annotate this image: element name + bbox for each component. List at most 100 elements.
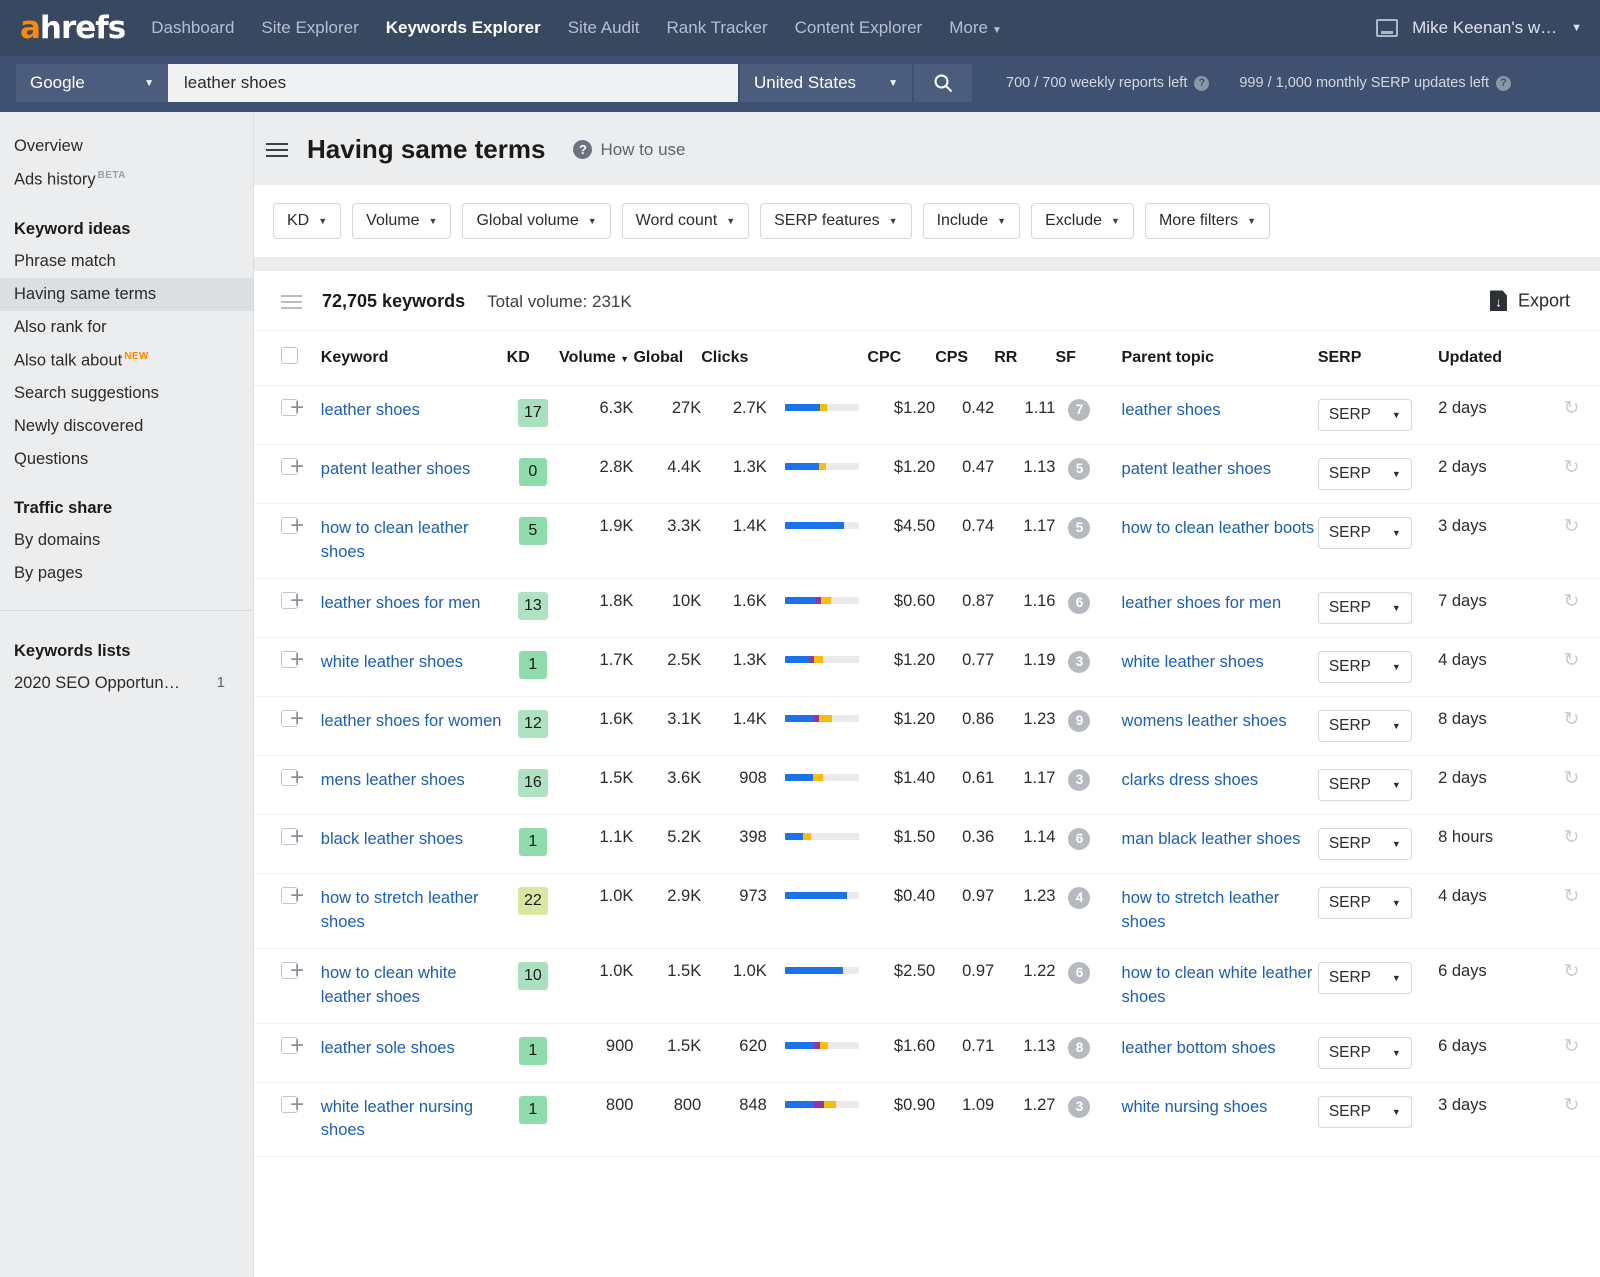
chevron-down-icon[interactable]: ▼ [1571,22,1582,34]
column-rr[interactable]: RR [994,331,1055,386]
sidebar-item-ads-history[interactable]: Ads historyBETA [0,163,253,197]
table-options-icon[interactable] [281,295,302,309]
country-select[interactable]: United States ▼ [740,64,912,102]
filter-more-filters[interactable]: More filters▼ [1145,203,1270,239]
serp-button[interactable]: SERP▼ [1318,1096,1412,1128]
sidebar-item-keyword-list[interactable]: 2020 SEO Opportun…1 [0,667,253,700]
nav-item-keywords-explorer[interactable]: Keywords Explorer [386,18,541,38]
plus-icon[interactable]: + [290,1032,304,1059]
help-icon[interactable]: ? [1194,76,1209,91]
parent-topic-link[interactable]: clarks dress shoes [1122,771,1259,789]
parent-topic-link[interactable]: white nursing shoes [1122,1098,1268,1116]
column-sf[interactable]: SF [1055,331,1103,386]
plus-icon[interactable]: + [290,764,304,791]
keyword-link[interactable]: how to clean white leather shoes [321,962,507,1010]
serp-button[interactable]: SERP▼ [1318,1037,1412,1069]
ahrefs-logo[interactable]: ahrefs [20,13,125,44]
serp-button[interactable]: SERP▼ [1318,458,1412,490]
keyword-link[interactable]: white leather shoes [321,651,507,675]
parent-topic-link[interactable]: man black leather shoes [1122,830,1301,848]
sidebar-item-having-same-terms[interactable]: Having same terms [0,278,253,311]
refresh-icon[interactable]: ↻ [1562,592,1581,611]
column-global[interactable]: Global [633,331,701,386]
inbox-icon[interactable] [1376,19,1398,37]
keyword-link[interactable]: white leather nursing shoes [321,1096,507,1144]
keyword-link[interactable]: mens leather shoes [321,769,507,793]
filter-serp-features[interactable]: SERP features▼ [760,203,911,239]
parent-topic-link[interactable]: leather shoes [1122,401,1221,419]
parent-topic-link[interactable]: how to clean leather boots [1122,519,1315,537]
sidebar-item-questions[interactable]: Questions [0,443,253,476]
sidebar-item-by-pages[interactable]: By pages [0,557,253,590]
plus-icon[interactable]: + [290,882,304,909]
refresh-icon[interactable]: ↻ [1562,458,1581,477]
filter-word-count[interactable]: Word count▼ [622,203,749,239]
filter-global-volume[interactable]: Global volume▼ [462,203,610,239]
keyword-link[interactable]: leather shoes [321,399,507,423]
parent-topic-link[interactable]: womens leather shoes [1122,712,1287,730]
account-name[interactable]: Mike Keenan's w… [1412,18,1557,38]
keyword-search-input[interactable] [168,64,738,102]
refresh-icon[interactable]: ↻ [1562,1096,1581,1115]
plus-icon[interactable]: + [290,512,304,539]
column-updated[interactable]: Updated [1438,331,1543,386]
column-parent-topic[interactable]: Parent topic [1104,331,1318,386]
keyword-link[interactable]: leather shoes for men [321,592,507,616]
parent-topic-link[interactable]: patent leather shoes [1122,460,1272,478]
export-button[interactable]: Export [1490,290,1570,311]
how-to-use-link[interactable]: ? How to use [573,140,685,160]
plus-icon[interactable]: + [290,705,304,732]
parent-topic-link[interactable]: how to stretch leather shoes [1122,889,1280,931]
filter-exclude[interactable]: Exclude▼ [1031,203,1134,239]
refresh-icon[interactable]: ↻ [1562,1037,1581,1056]
sidebar-toggle-icon[interactable] [263,140,291,160]
refresh-icon[interactable]: ↻ [1562,962,1581,981]
refresh-icon[interactable]: ↻ [1562,828,1581,847]
serp-button[interactable]: SERP▼ [1318,651,1412,683]
nav-item-more[interactable]: More▼ [949,18,1002,38]
serp-button[interactable]: SERP▼ [1318,887,1412,919]
plus-icon[interactable]: + [290,587,304,614]
filter-include[interactable]: Include▼ [923,203,1021,239]
plus-icon[interactable]: + [290,453,304,480]
column-cps[interactable]: CPS [935,331,994,386]
help-icon[interactable]: ? [1496,76,1511,91]
search-button[interactable] [914,64,972,102]
keyword-link[interactable]: black leather shoes [321,828,507,852]
filter-kd[interactable]: KD▼ [273,203,341,239]
sidebar-item-search-suggestions[interactable]: Search suggestions [0,377,253,410]
filter-volume[interactable]: Volume▼ [352,203,451,239]
sidebar-item-also-rank-for[interactable]: Also rank for [0,311,253,344]
refresh-icon[interactable]: ↻ [1562,710,1581,729]
keyword-link[interactable]: leather shoes for women [321,710,507,734]
plus-icon[interactable]: + [290,394,304,421]
refresh-icon[interactable]: ↻ [1562,887,1581,906]
serp-button[interactable]: SERP▼ [1318,710,1412,742]
nav-item-rank-tracker[interactable]: Rank Tracker [667,18,768,38]
plus-icon[interactable]: + [290,823,304,850]
column-clicks[interactable]: Clicks [701,331,767,386]
refresh-icon[interactable]: ↻ [1562,769,1581,788]
nav-item-site-audit[interactable]: Site Audit [568,18,640,38]
plus-icon[interactable]: + [290,646,304,673]
keyword-link[interactable]: how to stretch leather shoes [321,887,507,935]
sidebar-item-overview[interactable]: Overview [0,130,253,163]
plus-icon[interactable]: + [290,957,304,984]
serp-button[interactable]: SERP▼ [1318,517,1412,549]
nav-item-content-explorer[interactable]: Content Explorer [795,18,923,38]
search-engine-select[interactable]: Google ▼ [16,64,168,102]
column-kd[interactable]: KD [507,331,559,386]
column-keyword[interactable]: Keyword [321,331,507,386]
refresh-icon[interactable]: ↻ [1562,399,1581,418]
serp-button[interactable]: SERP▼ [1318,592,1412,624]
nav-item-site-explorer[interactable]: Site Explorer [261,18,358,38]
sidebar-item-phrase-match[interactable]: Phrase match [0,245,253,278]
keyword-link[interactable]: leather sole shoes [321,1037,507,1061]
refresh-icon[interactable]: ↻ [1562,517,1581,536]
serp-button[interactable]: SERP▼ [1318,828,1412,860]
keyword-link[interactable]: patent leather shoes [321,458,507,482]
sidebar-item-by-domains[interactable]: By domains [0,524,253,557]
nav-item-dashboard[interactable]: Dashboard [151,18,234,38]
serp-button[interactable]: SERP▼ [1318,769,1412,801]
serp-button[interactable]: SERP▼ [1318,962,1412,994]
